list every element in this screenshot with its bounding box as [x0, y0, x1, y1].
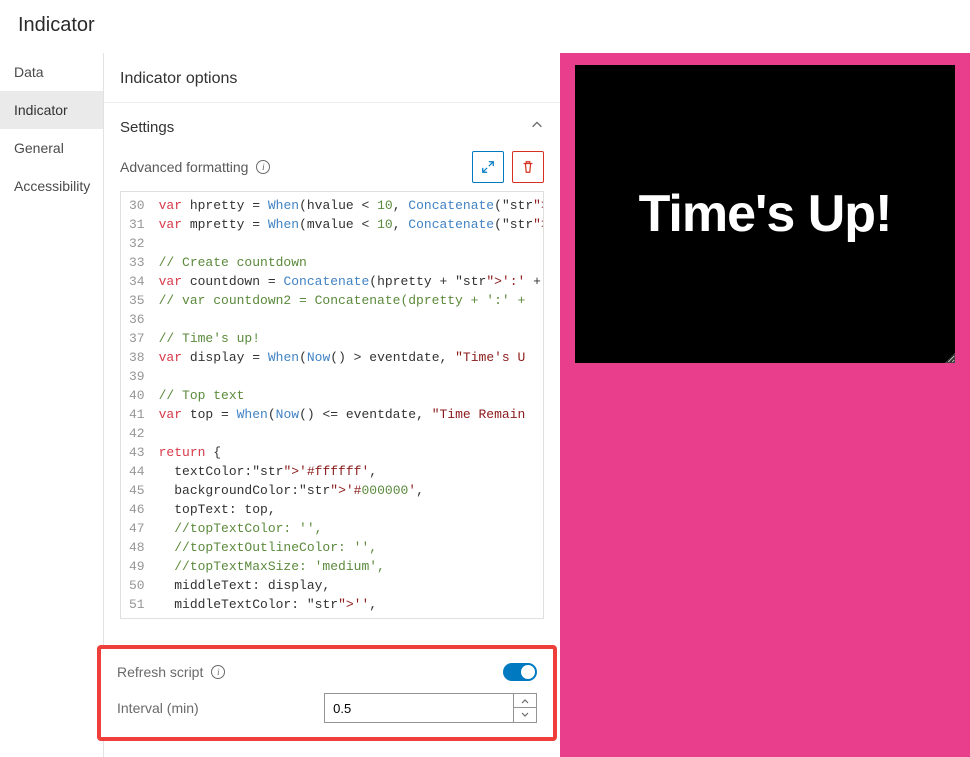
delete-button[interactable] [512, 151, 544, 183]
preview-panel: Time's Up! [560, 53, 970, 757]
refresh-script-label: Refresh script [117, 664, 203, 680]
interval-label: Interval (min) [117, 700, 304, 716]
page-title: Indicator [0, 0, 970, 53]
sidebar: Data Indicator General Accessibility [0, 53, 104, 757]
interval-input[interactable] [325, 694, 513, 722]
interval-step-up[interactable] [514, 694, 536, 708]
sidebar-item-general[interactable]: General [0, 129, 103, 167]
code-editor[interactable]: 3031323334353637383940414243444546474849… [120, 191, 544, 619]
interval-input-wrap [324, 693, 537, 723]
settings-label: Settings [120, 119, 174, 136]
info-icon[interactable]: i [211, 665, 225, 679]
advanced-formatting-label: Advanced formatting [120, 159, 248, 175]
info-icon[interactable]: i [256, 160, 270, 174]
chevron-up-icon [530, 118, 544, 136]
sidebar-item-indicator[interactable]: Indicator [0, 91, 103, 129]
preview-text: Time's Up! [639, 184, 892, 244]
indicator-options-header: Indicator options [104, 53, 560, 103]
refresh-script-section: Refresh script i Interval (min) [97, 645, 557, 741]
sidebar-item-data[interactable]: Data [0, 53, 103, 91]
sidebar-item-accessibility[interactable]: Accessibility [0, 167, 103, 205]
refresh-toggle[interactable] [503, 663, 537, 681]
code-gutter: 3031323334353637383940414243444546474849… [121, 192, 155, 618]
expand-button[interactable] [472, 151, 504, 183]
interval-step-down[interactable] [514, 708, 536, 722]
settings-section-header[interactable]: Settings [104, 103, 560, 149]
indicator-preview: Time's Up! [575, 65, 955, 363]
code-lines[interactable]: var hpretty = When(hvalue < 10, Concaten… [155, 192, 543, 618]
